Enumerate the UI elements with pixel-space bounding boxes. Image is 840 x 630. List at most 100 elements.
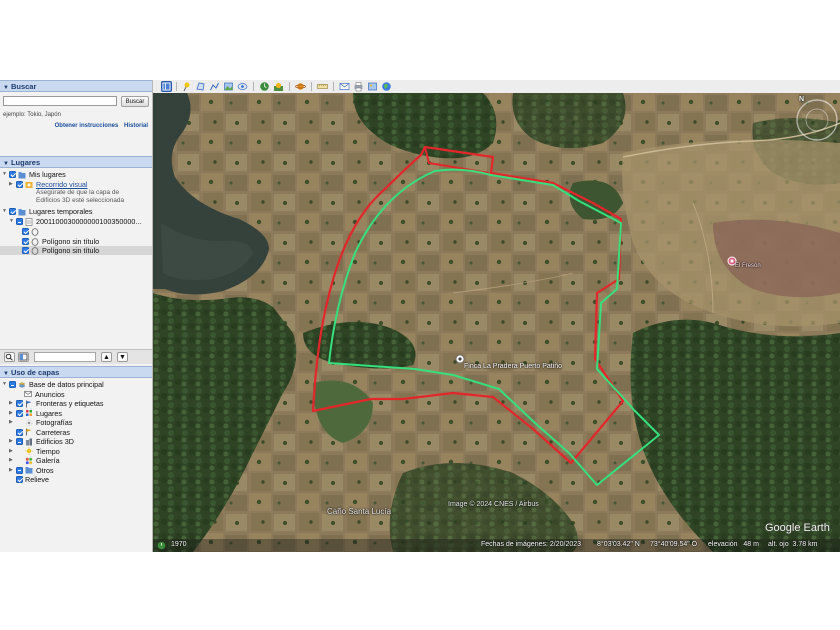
- expand-arrow-icon[interactable]: ▶: [9, 399, 15, 408]
- expand-arrow-icon[interactable]: ▶: [9, 466, 15, 475]
- placemark-label[interactable]: Finca La Pradera Puerto Patiño: [464, 363, 562, 370]
- path-icon: [210, 82, 219, 91]
- tree-item-my-places[interactable]: ▼ Mis lugares: [0, 170, 152, 179]
- history-link[interactable]: Historial: [124, 123, 148, 129]
- layer-item-terrain[interactable]: Relieve: [0, 475, 152, 484]
- layer-item-others[interactable]: ▶ Otros: [0, 466, 152, 475]
- placemark-pin-icon[interactable]: [455, 354, 465, 364]
- add-image-overlay-button[interactable]: [223, 81, 234, 92]
- layers-tree: ▼ Base de datos principal Anuncios ▶ Fro…: [0, 380, 152, 490]
- save-image-button[interactable]: [367, 81, 378, 92]
- tree-item-empty-polygon[interactable]: [0, 227, 152, 236]
- email-button[interactable]: [339, 81, 350, 92]
- layer-item-primary-db[interactable]: ▼ Base de datos principal: [0, 380, 152, 389]
- places-filter-field[interactable]: [34, 352, 96, 362]
- expand-arrow-icon[interactable]: ▶: [9, 437, 15, 446]
- get-directions-link[interactable]: Obtener instrucciones: [55, 123, 119, 129]
- satellite-map-view[interactable]: N Finca La Pradera Puerto Patiño El Fres…: [153, 93, 840, 552]
- checkbox[interactable]: [9, 381, 16, 388]
- toggle-panel-button[interactable]: [18, 352, 29, 362]
- arrow-up-icon: ▲: [103, 354, 110, 361]
- tour-link[interactable]: Recorrido visual: [36, 180, 88, 189]
- checkbox[interactable]: [9, 171, 16, 178]
- add-path-button[interactable]: [209, 81, 220, 92]
- mail-icon: [24, 391, 32, 397]
- imagery-copyright: Image © 2024 CNES / Airbus: [448, 501, 539, 508]
- layer-label: Fronteras y etiquetas: [36, 399, 104, 408]
- tree-item-polygon-2-selected[interactable]: Polígono sin título: [0, 246, 152, 255]
- expand-arrow-icon[interactable]: ▶: [9, 180, 15, 189]
- print-button[interactable]: [353, 81, 364, 92]
- places-panel-header[interactable]: ▼ Lugares: [0, 156, 152, 168]
- checkbox[interactable]: [16, 438, 23, 445]
- checkbox[interactable]: [16, 466, 23, 474]
- folder-icon: [18, 171, 26, 178]
- search-places-button[interactable]: [4, 352, 15, 362]
- sidebar-toggle-button[interactable]: [161, 81, 172, 92]
- checkbox[interactable]: [16, 428, 23, 436]
- checkbox[interactable]: [22, 247, 29, 254]
- planets-button[interactable]: [295, 81, 306, 92]
- checkbox[interactable]: [22, 228, 29, 235]
- expand-arrow-icon[interactable]: ▼: [2, 170, 8, 179]
- add-polygon-button[interactable]: [195, 81, 206, 92]
- layer-item-places[interactable]: ▶ Lugares: [0, 409, 152, 418]
- checkbox[interactable]: [16, 476, 23, 483]
- layer-item-gallery[interactable]: ▶ Galería: [0, 456, 152, 465]
- collapse-triangle-icon[interactable]: ▼: [3, 158, 9, 170]
- expand-arrow-icon[interactable]: ▶: [9, 418, 15, 427]
- weather-icon: [25, 447, 33, 455]
- checkbox[interactable]: [16, 400, 23, 407]
- ruler-button[interactable]: [317, 81, 328, 92]
- satellite-imagery[interactable]: [153, 93, 840, 552]
- tree-item-temp-places[interactable]: ▼ Lugares temporales: [0, 207, 152, 216]
- photo-icon: [25, 419, 33, 426]
- checkbox[interactable]: [16, 409, 23, 417]
- sunlight-button[interactable]: [273, 81, 284, 92]
- checkbox[interactable]: [9, 208, 16, 215]
- layer-item-weather[interactable]: ▶ Tiempo: [0, 447, 152, 456]
- search-button[interactable]: Buscar: [121, 96, 149, 107]
- layers-panel-header[interactable]: ▼ Uso de capas: [0, 366, 152, 378]
- expand-arrow-icon[interactable]: ▼: [2, 380, 8, 389]
- tree-item-tour[interactable]: ▶ Recorrido visual: [0, 180, 152, 189]
- historical-year: 1970: [171, 541, 187, 548]
- panel-icon: [19, 353, 28, 361]
- places-toolbar: ▲ ▼: [0, 349, 152, 364]
- expand-arrow-icon[interactable]: ▶: [9, 447, 15, 456]
- time-slider-icon[interactable]: [157, 541, 166, 550]
- maps-icon: [382, 82, 391, 91]
- checkbox[interactable]: [22, 238, 29, 245]
- layer-label: Base de datos principal: [29, 380, 104, 389]
- layer-item-roads[interactable]: Carreteras: [0, 428, 152, 437]
- expand-arrow-icon[interactable]: ▶: [9, 456, 15, 465]
- sidebar-icon: [162, 82, 171, 91]
- layer-item-3d-buildings[interactable]: ▶ Edificios 3D: [0, 437, 152, 446]
- checkbox[interactable]: [16, 181, 23, 188]
- move-up-button[interactable]: ▲: [101, 352, 112, 362]
- longitude-readout: 73°40'09.54" O: [650, 541, 698, 548]
- tree-item-polygon-1[interactable]: Polígono sin título: [0, 237, 152, 246]
- view-in-maps-button[interactable]: [381, 81, 392, 92]
- flag-icon: [26, 400, 32, 407]
- move-down-button[interactable]: ▼: [117, 352, 128, 362]
- tree-label: Polígono sin título: [42, 246, 100, 255]
- add-placemark-button[interactable]: [181, 81, 192, 92]
- layer-item-ads[interactable]: Anuncios: [0, 390, 152, 399]
- expand-arrow-icon[interactable]: ▼: [9, 217, 15, 226]
- collapse-triangle-icon[interactable]: ▼: [3, 368, 9, 380]
- poi-label[interactable]: El Fresón: [735, 263, 761, 269]
- layer-item-photos[interactable]: ▶ Fotografías: [0, 418, 152, 427]
- record-tour-button[interactable]: [237, 81, 248, 92]
- expand-arrow-icon[interactable]: ▶: [9, 409, 15, 418]
- layer-item-borders[interactable]: ▶ Fronteras y etiquetas: [0, 399, 152, 408]
- historical-imagery-button[interactable]: [259, 81, 270, 92]
- layer-label: Tiempo: [36, 446, 60, 456]
- tree-item-kml-file[interactable]: ▼ 2001100030000000100350000...: [0, 217, 152, 226]
- globe-stack-icon: [18, 381, 26, 388]
- checkbox[interactable]: [16, 218, 23, 225]
- search-panel-header[interactable]: ▼ Buscar: [0, 80, 152, 92]
- expand-arrow-icon[interactable]: ▼: [2, 207, 8, 216]
- search-input[interactable]: [3, 96, 117, 106]
- toolbar-separator: [333, 82, 334, 91]
